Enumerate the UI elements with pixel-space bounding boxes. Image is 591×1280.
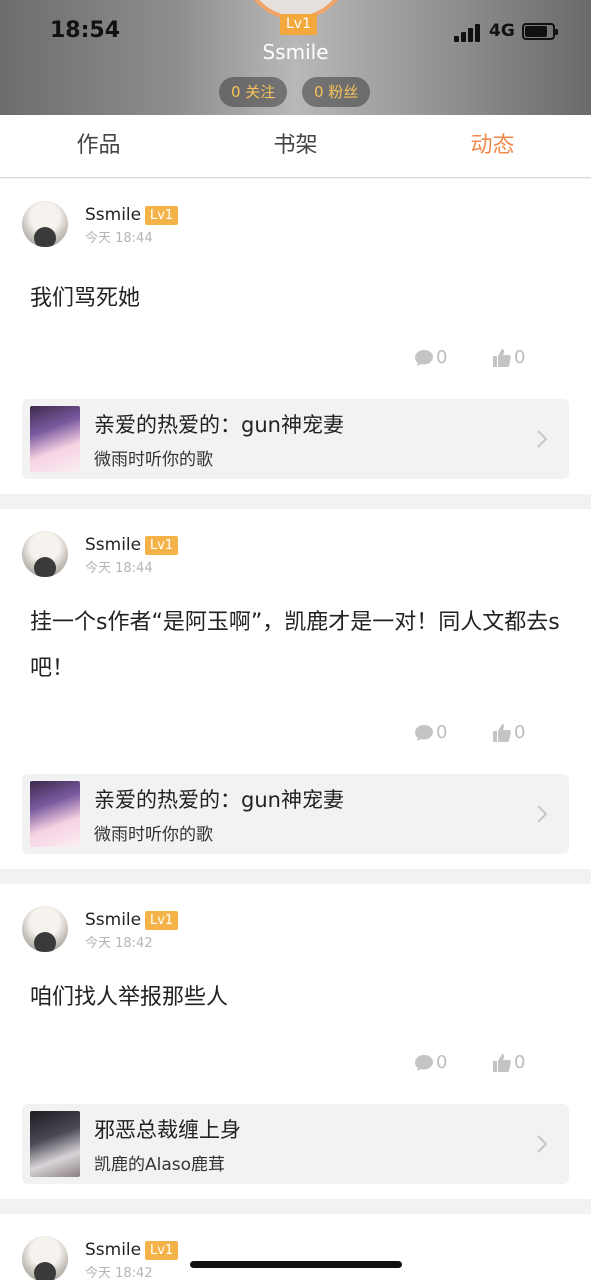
comment-count: 0 [436,722,448,743]
book-cover [30,406,80,472]
level-badge: Lv1 [145,206,179,225]
like-button[interactable]: 0 [492,1051,525,1075]
book-cover [30,781,80,847]
avatar[interactable] [22,201,68,247]
post-username[interactable]: Ssmile [85,910,141,930]
chevron-right-icon [537,1135,548,1153]
feed-post: Ssmile Lv1 今天 18:42 [0,1214,591,1280]
post-time: 今天 18:44 [85,561,153,576]
post-time: 今天 18:42 [85,1266,153,1280]
feed-post: Ssmile Lv1 今天 18:44 我们骂死她 0 0 亲爱的热爱的：gun… [0,179,591,494]
chevron-right-icon [537,430,548,448]
comment-icon [415,1055,433,1071]
thumbs-up-icon [493,1054,511,1072]
like-button[interactable]: 0 [492,346,525,370]
book-card[interactable]: 亲爱的热爱的：gun神宠妻 微雨时听你的歌 [22,774,569,854]
comment-button[interactable]: 0 [414,346,447,370]
like-count: 0 [514,347,526,368]
post-username[interactable]: Ssmile [85,535,141,555]
level-badge: Lv1 [145,1241,179,1260]
book-title: 邪恶总裁缠上身 [94,1118,241,1142]
post-text: 我们骂死她 [30,286,141,311]
tab-activity[interactable]: 动态 [394,115,591,177]
feed-post: Ssmile Lv1 今天 18:44 挂一个s作者“是阿玉啊”，凯鹿才是一对！… [0,509,591,869]
network-type: 4G [489,21,515,41]
book-author: 微雨时听你的歌 [94,450,213,470]
tab-bookshelf[interactable]: 书架 [197,115,394,177]
book-author: 微雨时听你的歌 [94,825,213,845]
like-button[interactable]: 0 [492,721,525,745]
level-badge: Lv1 [145,536,179,555]
fans-count-button[interactable]: 0 粉丝 [302,77,371,107]
book-cover [30,1111,80,1177]
comment-button[interactable]: 0 [414,1051,447,1075]
home-indicator[interactable] [190,1261,402,1268]
book-card[interactable]: 亲爱的热爱的：gun神宠妻 微雨时听你的歌 [22,399,569,479]
post-text: 咱们找人举报那些人 [30,985,229,1010]
book-title: 亲爱的热爱的：gun神宠妻 [94,788,344,812]
avatar[interactable] [22,906,68,952]
follow-count-button[interactable]: 0 关注 [219,77,288,107]
book-title: 亲爱的热爱的：gun神宠妻 [94,413,344,437]
profile-level-badge: Lv1 [280,14,317,35]
profile-name: Ssmile [262,40,329,64]
like-count: 0 [514,722,526,743]
level-badge: Lv1 [145,911,179,930]
tab-works[interactable]: 作品 [0,115,197,177]
battery-icon [522,23,558,40]
thumbs-up-icon [493,349,511,367]
comment-count: 0 [436,1052,448,1073]
post-username[interactable]: Ssmile [85,1240,141,1260]
post-text: 挂一个s作者“是阿玉啊”，凯鹿才是一对！同人文都去s吧！ [30,610,560,681]
status-time: 18:54 [50,18,121,43]
comment-icon [415,725,433,741]
avatar[interactable] [22,531,68,577]
book-author: 凯鹿的Alaso鹿茸 [94,1155,226,1175]
feed-post: Ssmile Lv1 今天 18:42 咱们找人举报那些人 0 0 邪恶总裁缠上… [0,884,591,1199]
profile-tabs: 作品 书架 动态 [0,115,591,178]
post-time: 今天 18:44 [85,231,153,246]
profile-header: Lv1 Ssmile 0 关注 0 粉丝 18:54 4G [0,0,591,115]
avatar[interactable] [22,1236,68,1280]
thumbs-up-icon [493,724,511,742]
post-time: 今天 18:42 [85,936,153,951]
chevron-right-icon [537,805,548,823]
book-card[interactable]: 邪恶总裁缠上身 凯鹿的Alaso鹿茸 [22,1104,569,1184]
signal-icon [454,24,482,42]
post-username[interactable]: Ssmile [85,205,141,225]
like-count: 0 [514,1052,526,1073]
comment-icon [415,350,433,366]
comment-count: 0 [436,347,448,368]
comment-button[interactable]: 0 [414,721,447,745]
